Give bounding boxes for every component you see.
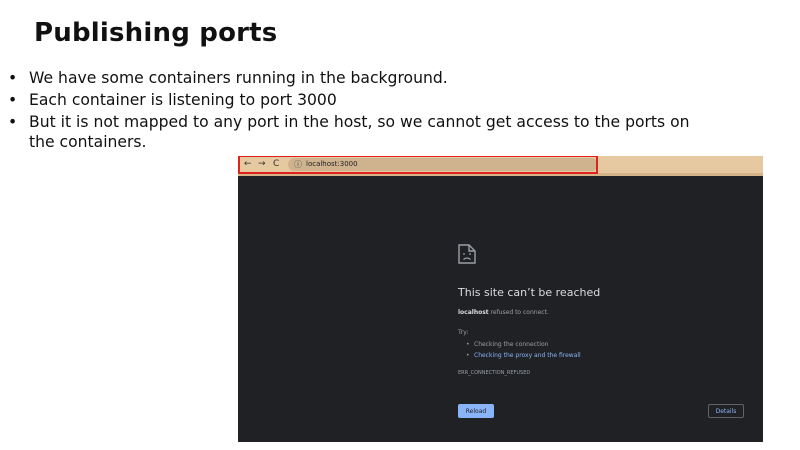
reload-button[interactable]: Reload [458,404,494,418]
error-host: localhost [458,309,489,316]
bullet-glyph: • [8,91,18,109]
suggestion-item: • Checking the connection [466,341,549,348]
bullet-text: Each container is listening to port 3000 [29,91,337,109]
bullet-text: We have some containers running in the b… [29,69,448,87]
error-message-text: refused to connect. [488,309,549,316]
bullet-text-continuation: the containers. [29,133,147,151]
error-message: localhost refused to connect. [458,309,549,316]
bullet-text: But it is not mapped to any port in the … [29,113,690,131]
slide-title: Publishing ports [34,18,278,48]
bullet-item: • We have some containers running in the… [8,68,793,88]
browser-screenshot: ← → C ⓘ localhost:3000 This site can’t b… [238,156,763,442]
details-button[interactable]: Details [708,404,744,418]
bullet-glyph: • [8,113,18,131]
suggestion-text: Checking the connection [474,341,549,348]
try-label: Try: [458,329,469,336]
address-bar-highlight-box [238,156,598,174]
bullet-item: • Each container is listening to port 30… [8,90,793,110]
sad-document-icon [458,244,476,264]
suggestion-list: • Checking the connection • Checking the p… [466,339,581,361]
suggestion-item-link[interactable]: • Checking the proxy and the firewall [466,350,581,361]
error-code: ERR_CONNECTION_REFUSED [458,370,531,376]
bullet-item: • But it is not mapped to any port in th… [8,112,793,152]
bullet-glyph: • [8,69,18,87]
suggestion-link-text[interactable]: Checking the proxy and the firewall [474,352,581,359]
error-title: This site can’t be reached [458,286,601,299]
bullet-list: • We have some containers running in the… [8,68,793,154]
